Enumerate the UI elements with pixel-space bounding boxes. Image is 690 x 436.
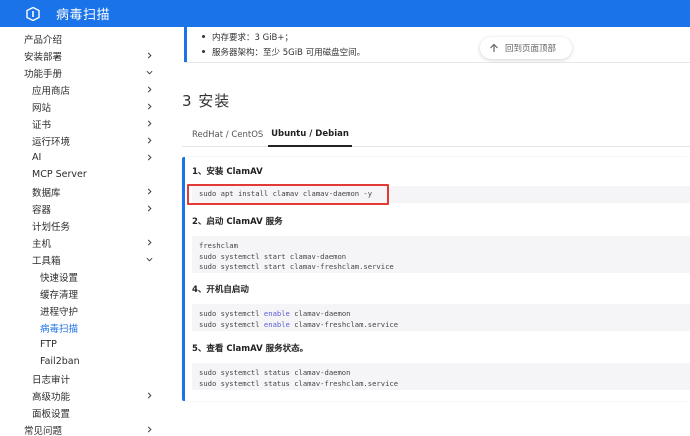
step-title: 5、查看 ClamAV 服务状态。	[192, 344, 309, 354]
sidebar-item-label: 容器	[32, 204, 52, 216]
sidebar-item-label: 面板设置	[32, 408, 71, 420]
sidebar-item-label: Fail2ban	[40, 356, 80, 367]
sidebar-item-label: 网站	[32, 102, 52, 114]
sidebar-nav: 产品介绍安装部署功能手册应用商店网站证书运行环境 AI MCP Server 数据库容…	[0, 27, 168, 436]
back-to-top-label: 回到页面顶部	[505, 44, 557, 54]
main-content: 内存要求：3 GiB+； 服务器架构：至少 5GiB 可用磁盘空间。 回到页面顶…	[168, 27, 690, 436]
sidebar-item[interactable]: 计划任务	[0, 217, 168, 234]
chevron-down-icon[interactable]	[144, 251, 154, 268]
chevron-right-icon[interactable]	[144, 47, 154, 64]
sidebar-item-label: 缓存清理	[40, 289, 79, 301]
sidebar-item[interactable]: 数据库	[0, 183, 168, 200]
chevron-right-icon[interactable]	[144, 421, 154, 436]
requirement-architecture: 服务器架构：至少 5GiB 可用磁盘空间。	[201, 48, 366, 58]
os-tabs: RedHat / CentOS Ubuntu / Debian	[182, 123, 690, 147]
sidebar-item[interactable]: Fail2ban	[0, 353, 168, 370]
sidebar-item-label: MCP Server	[32, 169, 87, 180]
sidebar-item[interactable]: 病毒扫描	[0, 319, 168, 336]
sidebar-item[interactable]: 进程守护	[0, 302, 168, 319]
chevron-right-icon[interactable]	[144, 387, 154, 404]
sidebar-item[interactable]: 功能手册	[0, 64, 168, 81]
code-block-start[interactable]: freshclam sudo systemctl start clamav-dae…	[192, 236, 690, 273]
tab-redhat-centos[interactable]: RedHat / CentOS	[192, 123, 263, 147]
requirements-card: 内存要求：3 GiB+； 服务器架构：至少 5GiB 可用磁盘空间。	[184, 27, 690, 63]
sidebar-item-label: 高级功能	[32, 391, 71, 403]
card-accent-bar	[184, 27, 187, 62]
sidebar-item-label: 病毒扫描	[40, 323, 79, 335]
code-line: sudo systemctl enable clamav-daemon	[199, 309, 351, 318]
sidebar-item-label: 功能手册	[24, 68, 63, 80]
chevron-right-icon[interactable]	[144, 183, 154, 200]
chevron-right-icon[interactable]	[144, 234, 154, 251]
chevron-right-icon[interactable]	[144, 149, 154, 166]
sidebar-item-label: 安装部署	[24, 51, 63, 63]
tab-ubuntu-debian[interactable]: Ubuntu / Debian	[268, 123, 352, 147]
sidebar-item-label: 运行环境	[32, 136, 71, 148]
chevron-right-icon[interactable]	[144, 81, 154, 98]
sidebar-item[interactable]: 主机	[0, 234, 168, 251]
sidebar-item[interactable]: 日志审计	[0, 370, 168, 387]
code-line: sudo systemctl start clamav-daemon	[199, 251, 347, 261]
step-title: 2、启动 ClamAV 服务	[192, 217, 283, 227]
sidebar-item[interactable]: 面板设置	[0, 404, 168, 421]
code-line: sudo systemctl status clamav-daemon	[199, 368, 351, 377]
sidebar-item-label: 日志审计	[32, 374, 71, 386]
code-block-enable[interactable]: sudo systemctl enable clamav-daemon sudo …	[192, 304, 690, 331]
sidebar-item-label: 进程守护	[40, 306, 79, 318]
shield-logo-icon[interactable]	[26, 6, 40, 21]
chevron-down-icon[interactable]	[144, 64, 154, 81]
sidebar-item[interactable]: 产品介绍	[0, 30, 168, 47]
chevron-right-icon[interactable]	[144, 200, 154, 217]
step-title: 1、安装 ClamAV	[192, 167, 263, 177]
sidebar-item[interactable]: 高级功能	[0, 387, 168, 404]
arrow-up-icon	[490, 43, 498, 52]
sidebar-item[interactable]: 安装部署	[0, 47, 168, 64]
sidebar-item[interactable]: MCP Server	[0, 166, 168, 183]
code-line: sudo systemctl status clamav-freshclam.s…	[199, 378, 399, 388]
card-accent-bar	[182, 157, 185, 401]
sidebar-item[interactable]: FTP	[0, 336, 168, 353]
sidebar-item[interactable]: 容器	[0, 200, 168, 217]
sidebar-item-label: FTP	[40, 339, 57, 350]
requirement-memory: 内存要求：3 GiB+；	[201, 33, 294, 43]
sidebar-item-label: 产品介绍	[24, 34, 63, 46]
sidebar-item-label: 应用商店	[32, 85, 71, 97]
sidebar-item[interactable]: 缓存清理	[0, 285, 168, 302]
chevron-right-icon[interactable]	[144, 98, 154, 115]
top-header: 病毒扫描	[0, 0, 690, 27]
chevron-right-icon[interactable]	[144, 132, 154, 149]
install-steps-card: 1、安装 ClamAV sudo apt install clamav clam…	[182, 157, 690, 401]
sidebar-item-label: 计划任务	[32, 221, 71, 233]
code-line: sudo systemctl enable clamav-freshclam.s…	[199, 319, 399, 329]
back-to-top-button[interactable]: 回到页面顶部	[480, 37, 572, 59]
sidebar-item[interactable]: 工具箱	[0, 251, 168, 268]
sidebar-item-label: 主机	[32, 238, 52, 250]
step-title: 4、开机自启动	[192, 285, 249, 295]
code-block-status[interactable]: sudo systemctl status clamav-daemon sudo …	[192, 363, 690, 390]
sidebar-item[interactable]: 应用商店	[0, 81, 168, 98]
chevron-right-icon[interactable]	[144, 115, 154, 132]
sidebar-item-label: 数据库	[32, 187, 61, 199]
section-title: 3 安装	[182, 92, 231, 110]
sidebar-item-label: AI	[32, 152, 42, 163]
sidebar-item[interactable]: 网站	[0, 98, 168, 115]
sidebar-item[interactable]: 常见问题	[0, 421, 168, 436]
highlight-box	[187, 184, 389, 205]
code-line: sudo systemctl start clamav-freshclam.se…	[199, 262, 394, 271]
sidebar-item[interactable]: 运行环境	[0, 132, 168, 149]
code-line: freshclam	[199, 241, 238, 250]
sidebar-item-label: 快速设置	[40, 272, 79, 284]
sidebar-item-label: 证书	[32, 119, 52, 131]
sidebar-item[interactable]: AI	[0, 149, 168, 166]
sidebar-item[interactable]: 证书	[0, 115, 168, 132]
page-title: 病毒扫描	[56, 8, 111, 23]
sidebar-item-label: 常见问题	[24, 425, 63, 436]
sidebar-item-label: 工具箱	[32, 255, 61, 267]
sidebar-item[interactable]: 快速设置	[0, 268, 168, 285]
